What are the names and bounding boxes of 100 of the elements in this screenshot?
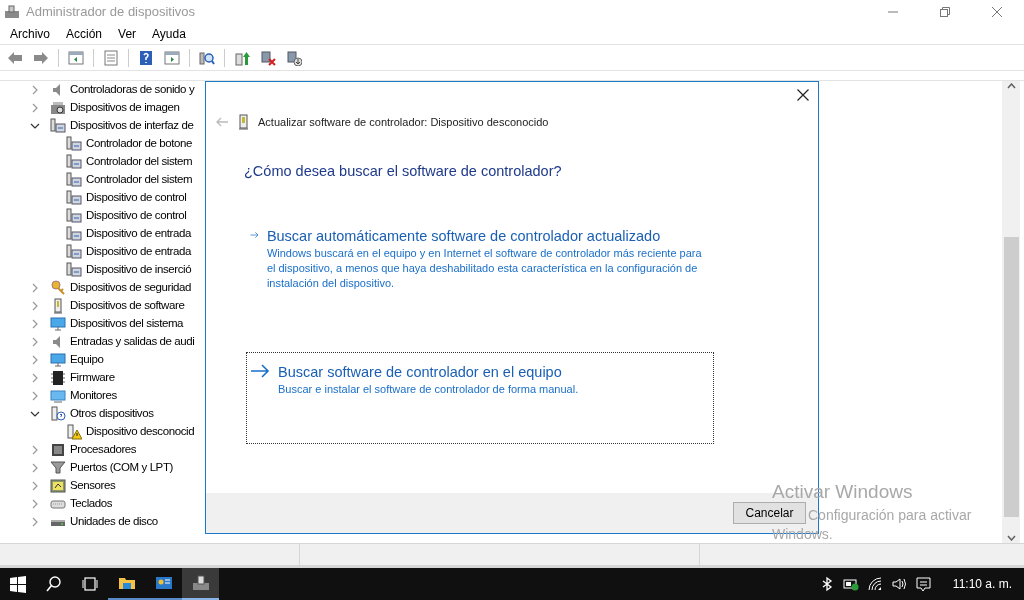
- option-description: Buscar e instalar el software de controlador de forma manual.: [278, 382, 579, 398]
- tree-item[interactable]: Controlador del sistem: [86, 171, 193, 189]
- volume-icon: [890, 576, 907, 592]
- tree-item[interactable]: Controlador de botone: [86, 135, 193, 153]
- tree-item[interactable]: Teclados: [70, 495, 113, 513]
- tree-item[interactable]: Dispositivos del sistema: [70, 315, 184, 333]
- sensor-icon: [50, 478, 66, 494]
- scan-icon: [199, 49, 215, 66]
- tree-item[interactable]: Firmware: [70, 369, 115, 387]
- tree-item[interactable]: Procesadores: [70, 441, 137, 459]
- collapse-icon[interactable]: [30, 409, 40, 419]
- update-icon: [234, 49, 250, 66]
- dialog-heading: ¿Cómo desea buscar el software de controlador?: [244, 161, 563, 181]
- menu-item[interactable]: Archivo: [2, 22, 58, 45]
- tree-item[interactable]: Dispositivo de control: [86, 207, 187, 225]
- document-icon: [103, 49, 119, 66]
- device-icon: [66, 190, 82, 206]
- app-icon: [4, 4, 20, 19]
- scroll-up-icon[interactable]: [1006, 83, 1016, 89]
- expand-icon[interactable]: [30, 517, 40, 527]
- tree-item[interactable]: Entradas y salidas de audi: [70, 333, 195, 351]
- menu-item[interactable]: Acción: [58, 22, 111, 45]
- tree-item[interactable]: Controladoras de sonido y: [70, 81, 195, 99]
- tree-item[interactable]: Dispositivo de control: [86, 189, 187, 207]
- expand-icon[interactable]: [30, 355, 40, 365]
- close-icon: [992, 6, 1002, 17]
- tree-item[interactable]: Monitores: [70, 387, 117, 405]
- expand-icon[interactable]: [30, 283, 40, 293]
- monitor-icon: [50, 316, 66, 332]
- panel-icon: [68, 49, 84, 66]
- warning-icon: [66, 424, 82, 440]
- expand-icon[interactable]: [30, 373, 40, 383]
- expand-icon[interactable]: [30, 85, 40, 95]
- taskbar-button[interactable]: [182, 568, 219, 600]
- expand-icon[interactable]: [30, 445, 40, 455]
- option-description: Windows buscará en el equipo y en Internet el software de controlador más reciente para el dispositivo, a menos que haya deshabilitado esta característica en la configuración de instalación del dispositivo.: [266, 246, 703, 292]
- device-icon: [66, 208, 82, 224]
- device-icon: [66, 226, 82, 242]
- tree-item[interactable]: Dispositivos de seguridad: [70, 279, 192, 297]
- panel-icon: [164, 49, 180, 66]
- task-view-icon: [81, 575, 99, 593]
- battery-icon: [842, 576, 859, 592]
- tree-item[interactable]: Dispositivo de entrada: [86, 243, 191, 261]
- device-icon: [66, 136, 82, 152]
- option-link[interactable]: Buscar software de controlador en el equipo Buscar e instalar el software de controlador de forma manual.: [246, 352, 714, 445]
- windows-icon: [9, 575, 27, 593]
- cancel-button[interactable]: Cancelar: [733, 502, 806, 524]
- tree-item[interactable]: Dispositivos de imagen: [70, 99, 180, 117]
- device-icon: [50, 118, 66, 134]
- expand-icon[interactable]: [30, 337, 40, 347]
- close-button[interactable]: [796, 88, 810, 102]
- menu-item[interactable]: Ver: [110, 22, 145, 45]
- tree-item[interactable]: Controlador del sistem: [86, 153, 193, 171]
- option-title: Buscar automáticamente software de controlador actualizado: [266, 227, 662, 246]
- dialog-title: Actualizar software de controlador: Dispositivo desconocido: [258, 115, 549, 130]
- device-icon: [239, 114, 248, 131]
- expand-icon[interactable]: [30, 481, 40, 491]
- expand-icon[interactable]: [30, 319, 40, 329]
- arrow-icon: [250, 363, 270, 380]
- tree-item[interactable]: Dispositivos de interfaz de: [70, 117, 194, 135]
- key-icon: [50, 280, 66, 296]
- restore-icon: [940, 6, 950, 17]
- close-icon: [797, 89, 809, 101]
- monitor-icon: [50, 388, 66, 404]
- search-icon: [45, 575, 63, 593]
- device-manager-icon: [191, 574, 210, 592]
- tree-item[interactable]: Dispositivo desconocid: [86, 423, 195, 441]
- expand-icon[interactable]: [30, 463, 40, 473]
- tree-item[interactable]: Unidades de disco: [70, 513, 158, 531]
- expand-icon[interactable]: [30, 301, 40, 311]
- device-icon: [66, 262, 82, 278]
- chip-icon: [50, 370, 66, 386]
- expand-icon[interactable]: [30, 499, 40, 509]
- chip-icon: [50, 442, 66, 458]
- menu-item[interactable]: Ayuda: [144, 22, 194, 45]
- tree-item[interactable]: Puertos (COM y LPT): [70, 459, 173, 477]
- tree-item[interactable]: Dispositivo de inserció: [86, 261, 192, 279]
- window-title: Administrador de dispositivos: [26, 2, 196, 21]
- scrollbar[interactable]: [1002, 81, 1020, 543]
- collapse-icon[interactable]: [30, 121, 40, 131]
- tree-item[interactable]: Dispositivo de entrada: [86, 225, 191, 243]
- camera-icon: [50, 100, 66, 116]
- help-icon: [138, 49, 154, 66]
- tree-item[interactable]: Sensores: [70, 477, 116, 495]
- wifi-icon: [866, 576, 883, 592]
- download-icon: [286, 49, 302, 66]
- device-icon: [50, 406, 66, 422]
- device-icon: [66, 172, 82, 188]
- clock[interactable]: 11:10 a. m.: [940, 575, 1024, 593]
- option-title: Buscar software de controlador en el equipo: [278, 363, 563, 382]
- forward-arrow-icon: [33, 49, 49, 66]
- tree-item[interactable]: Dispositivos de software: [70, 297, 185, 315]
- tree-item[interactable]: Equipo: [70, 351, 104, 369]
- remove-icon: [260, 49, 276, 66]
- device-icon: [66, 154, 82, 170]
- port-icon: [50, 460, 66, 476]
- scroll-down-icon[interactable]: [1006, 535, 1016, 541]
- expand-icon[interactable]: [30, 103, 40, 113]
- tree-item[interactable]: Otros dispositivos: [70, 405, 154, 423]
- expand-icon[interactable]: [30, 391, 40, 401]
